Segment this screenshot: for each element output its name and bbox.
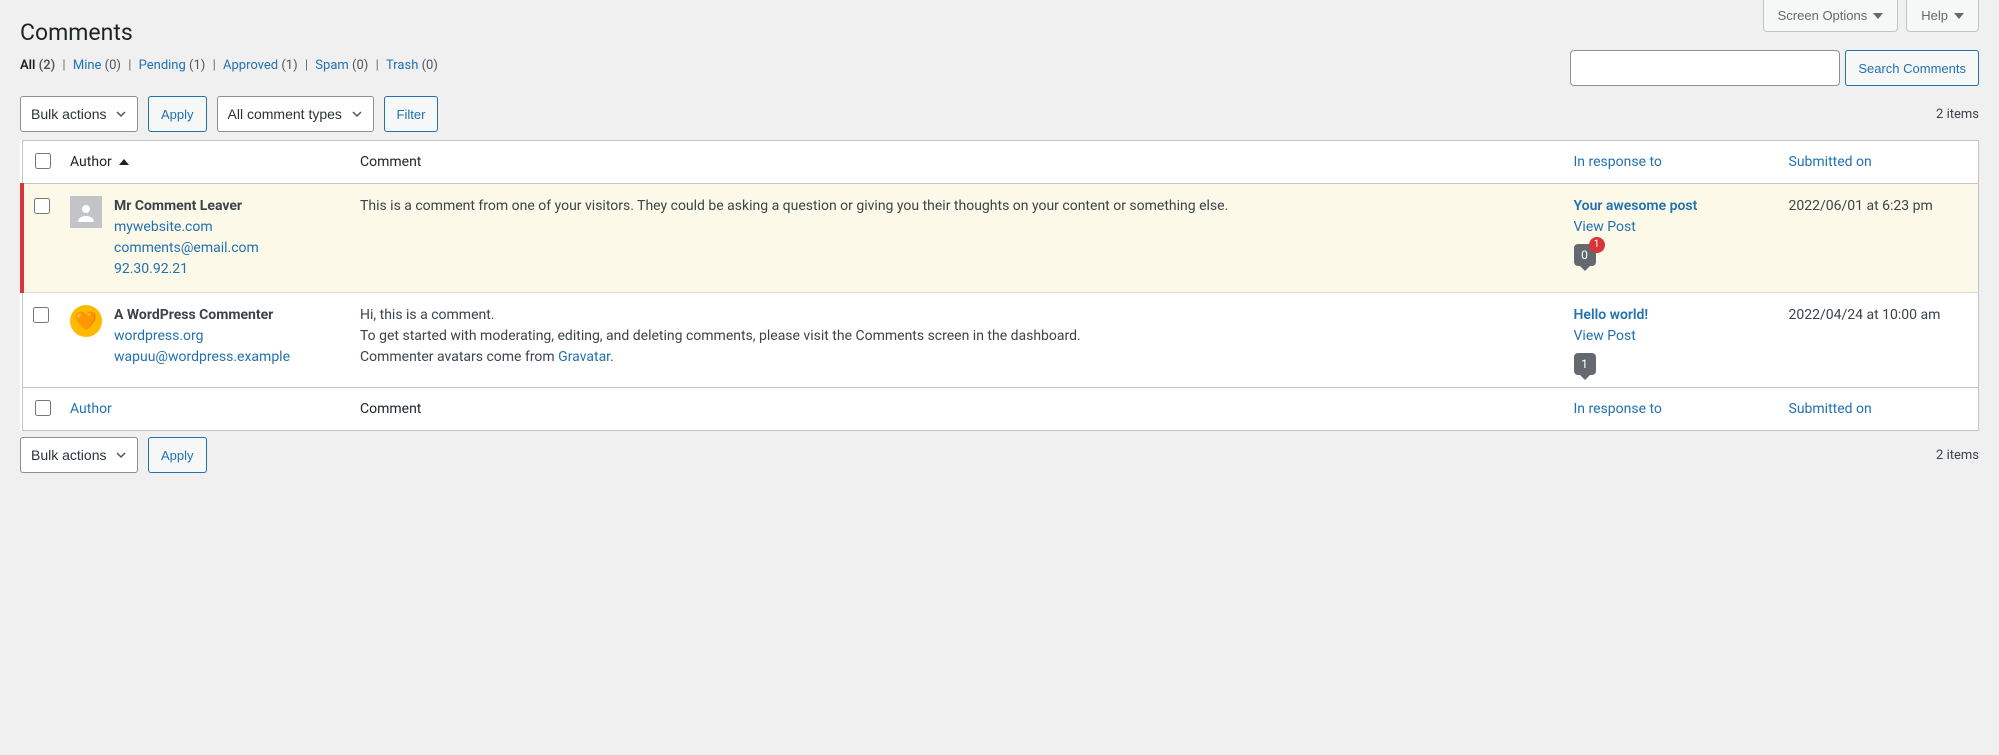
- comment-body: Hi, this is a comment. To get started wi…: [350, 293, 1564, 388]
- submitted-date: 2022/04/24 at 10:00 am: [1779, 293, 1979, 388]
- row-checkbox[interactable]: [34, 198, 50, 214]
- items-count-bottom: 2 items: [1936, 448, 1979, 463]
- author-url[interactable]: mywebsite.com: [114, 217, 259, 238]
- author-email[interactable]: wapuu@wordpress.example: [114, 347, 290, 368]
- help-button[interactable]: Help: [1906, 0, 1979, 32]
- column-date-footer[interactable]: Submitted on: [1779, 388, 1979, 431]
- search-button[interactable]: Search Comments: [1845, 50, 1979, 86]
- select-all-checkbox-bottom[interactable]: [35, 400, 51, 416]
- column-response[interactable]: In response to: [1564, 141, 1779, 184]
- row-checkbox[interactable]: [33, 307, 49, 323]
- search-input[interactable]: [1570, 50, 1840, 86]
- comment-row: 🧡 A WordPress Commenter wordpress.org wa…: [22, 293, 1979, 388]
- filter-mine[interactable]: Mine (0): [73, 58, 121, 73]
- filter-trash[interactable]: Trash (0): [386, 58, 438, 73]
- bulk-apply-button-bottom[interactable]: Apply: [148, 437, 207, 473]
- filter-button[interactable]: Filter: [384, 96, 439, 132]
- comment-count-bubble[interactable]: 0 1: [1574, 244, 1596, 266]
- view-post-link[interactable]: View Post: [1574, 217, 1769, 238]
- filter-approved[interactable]: Approved (1): [223, 58, 298, 73]
- column-comment-footer: Comment: [350, 388, 1564, 431]
- column-response-footer[interactable]: In response to: [1564, 388, 1779, 431]
- pending-badge: 1: [1589, 237, 1605, 253]
- caret-down-icon: [1873, 13, 1883, 19]
- bulk-actions-select[interactable]: Bulk actions: [20, 96, 138, 132]
- comment-types-select[interactable]: All comment types: [217, 96, 374, 132]
- avatar-wapuu-icon: 🧡: [70, 305, 102, 337]
- caret-down-icon: [1954, 13, 1964, 19]
- filter-all[interactable]: All (2): [20, 58, 55, 73]
- response-post-link[interactable]: Hello world!: [1574, 305, 1769, 326]
- submitted-date: 2022/06/01 at 6:23 pm: [1779, 184, 1979, 293]
- sort-asc-icon: [119, 159, 129, 165]
- author-ip[interactable]: 92.30.92.21: [114, 259, 259, 280]
- author-url[interactable]: wordpress.org: [114, 326, 290, 347]
- avatar-default-icon: [70, 196, 102, 228]
- items-count: 2 items: [1936, 107, 1979, 122]
- author-name: A WordPress Commenter: [114, 305, 290, 326]
- response-post-link[interactable]: Your awesome post: [1574, 196, 1769, 217]
- comment-count-bubble[interactable]: 1: [1574, 353, 1596, 375]
- view-post-link[interactable]: View Post: [1574, 326, 1769, 347]
- screen-options-button[interactable]: Screen Options: [1763, 0, 1899, 32]
- select-all-checkbox[interactable]: [35, 153, 51, 169]
- gravatar-link[interactable]: Gravatar: [558, 349, 610, 365]
- column-author[interactable]: Author: [60, 141, 350, 184]
- status-filter-tabs: All (2) | Mine (0) | Pending (1) | Appro…: [20, 58, 438, 73]
- bulk-actions-select-bottom[interactable]: Bulk actions: [20, 437, 138, 473]
- comment-row: Mr Comment Leaver mywebsite.com comments…: [22, 184, 1979, 293]
- filter-spam[interactable]: Spam (0): [315, 58, 368, 73]
- filter-pending[interactable]: Pending (1): [139, 58, 206, 73]
- comment-body: This is a comment from one of your visit…: [350, 184, 1564, 293]
- column-date[interactable]: Submitted on: [1779, 141, 1979, 184]
- screen-options-label: Screen Options: [1778, 8, 1868, 23]
- column-author-footer[interactable]: Author: [60, 388, 350, 431]
- help-label: Help: [1921, 8, 1948, 23]
- column-comment: Comment: [350, 141, 1564, 184]
- page-title: Comments: [20, 10, 1979, 50]
- author-email[interactable]: comments@email.com: [114, 238, 259, 259]
- bulk-apply-button[interactable]: Apply: [148, 96, 207, 132]
- author-name: Mr Comment Leaver: [114, 196, 259, 217]
